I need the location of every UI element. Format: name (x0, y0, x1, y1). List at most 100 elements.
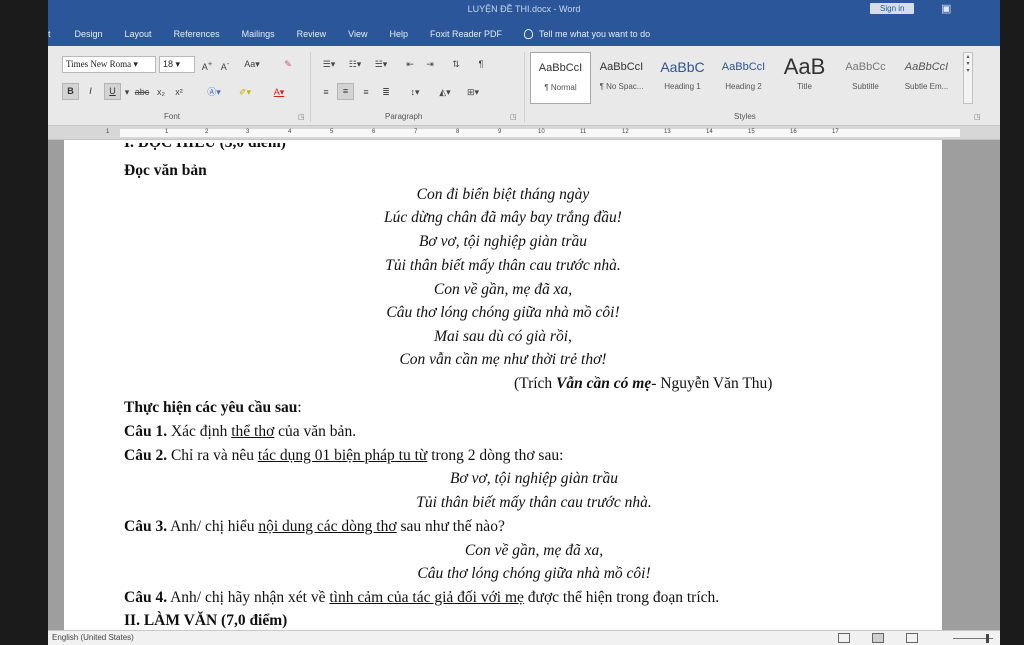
shrink-font-icon[interactable]: A- (218, 56, 232, 72)
font-size-combo[interactable]: 18 ▾ (159, 56, 195, 73)
multilevel-list-icon[interactable]: ☱▾ (370, 56, 392, 72)
underline-button[interactable]: U (104, 83, 121, 100)
ruler-tick: 10 (538, 129, 545, 135)
style-subtitle[interactable]: AaBbCc Subtitle (835, 52, 896, 104)
font-color-icon[interactable]: A▾ (268, 84, 290, 100)
paragraph-dialog-launcher-icon[interactable]: ◳ (510, 113, 517, 121)
font-group-label: Font (164, 112, 181, 121)
tab-design[interactable]: Design (75, 29, 103, 39)
sign-in-button[interactable]: Sign in (870, 3, 915, 14)
underline-dropdown-icon[interactable]: ▾ (122, 84, 132, 100)
font-dialog-launcher-icon[interactable]: ◳ (298, 113, 305, 121)
ribbon-display-icon[interactable]: ▣ (941, 2, 951, 15)
print-layout-icon[interactable] (872, 633, 884, 643)
align-right-icon[interactable]: ≡ (358, 84, 374, 100)
tab-foxit[interactable]: Foxit Reader PDF (430, 29, 502, 39)
read-mode-icon[interactable] (838, 633, 850, 643)
ruler-tick: 1 (165, 129, 169, 135)
tab-review[interactable]: Review (297, 29, 327, 39)
ruler-tick: 6 (372, 129, 376, 135)
right-edge (1000, 0, 1024, 645)
styles-gallery: AaBbCcI ¶ Normal AaBbCcI ¶ No Spac... Aa… (530, 52, 962, 104)
horizontal-ruler[interactable]: 1 1 2 3 4 5 6 7 8 9 10 11 12 13 14 15 16… (48, 126, 1000, 140)
style-subtle-emphasis[interactable]: AaBbCcI Subtle Em... (896, 52, 957, 104)
align-center-button[interactable]: ≡ (337, 83, 354, 100)
tab-mailings[interactable]: Mailings (242, 29, 275, 39)
tell-me-box[interactable]: Tell me what you want to do (524, 29, 650, 39)
poem-line: Con đi biển biệt tháng ngày (416, 186, 590, 203)
justify-icon[interactable]: ≣ (378, 84, 394, 100)
ruler-tick: 8 (456, 129, 460, 135)
style-normal[interactable]: AaBbCcI ¶ Normal (530, 52, 591, 104)
question-2-quote: Bơ vơ, tội nghiệp giàn trầu (449, 470, 619, 487)
group-separator (524, 52, 525, 122)
shading-icon[interactable]: ◭▾ (434, 84, 456, 100)
clear-formatting-icon[interactable]: ✎ (280, 56, 296, 72)
italic-button[interactable]: I (82, 83, 99, 100)
word-window: LUYỆN ĐỀ THI.docx - Word Sign in ▣ t Des… (0, 0, 1024, 645)
borders-icon[interactable]: ⊞▾ (462, 84, 484, 100)
decrease-indent-icon[interactable]: ⇤ (402, 56, 418, 72)
ruler-tick: 13 (664, 129, 671, 135)
ribbon-home: Times New Roma ▾ 18 ▾ A+ A- Aa▾ ✎ B I U … (48, 46, 1000, 126)
change-case-icon[interactable]: Aa▾ (242, 56, 262, 72)
ruler-tick: 9 (498, 129, 502, 135)
left-edge (0, 0, 48, 645)
poem-line: Câu thơ lóng chóng giữa nhà mồ côi! (386, 304, 620, 321)
section-1-heading: I. ĐỌC HIỂU (3,0 điểm) (124, 140, 286, 151)
subscript-icon[interactable]: x₂ (154, 84, 168, 100)
ruler-tick: 3 (246, 129, 250, 135)
question-2-quote: Tủi thân biết mấy thân cau trước nhà. (416, 494, 652, 511)
tab-insert[interactable]: t (48, 29, 51, 39)
tab-view[interactable]: View (348, 29, 367, 39)
document-area: I. ĐỌC HIỂU (3,0 điểm) Đọc văn bản Con đ… (48, 140, 1000, 630)
align-left-icon[interactable]: ≡ (318, 84, 334, 100)
paragraph-group-label: Paragraph (385, 112, 423, 121)
show-formatting-icon[interactable]: ¶ (474, 56, 488, 72)
title-bar: LUYỆN ĐỀ THI.docx - Word Sign in ▣ (48, 0, 1000, 22)
font-name-combo[interactable]: Times New Roma ▾ (62, 56, 156, 73)
style-heading-2[interactable]: AaBbCcI Heading 2 (713, 52, 774, 104)
increase-indent-icon[interactable]: ⇥ (422, 56, 438, 72)
read-text-label: Đọc văn bản (124, 162, 207, 179)
document-page[interactable]: I. ĐỌC HIỂU (3,0 điểm) Đọc văn bản Con đ… (64, 140, 942, 630)
numbering-icon[interactable]: ☷▾ (344, 56, 366, 72)
styles-dialog-launcher-icon[interactable]: ◳ (974, 113, 981, 121)
tell-me-text: Tell me what you want to do (539, 29, 651, 39)
bold-button[interactable]: B (62, 83, 79, 100)
tab-references[interactable]: References (174, 29, 220, 39)
styles-group-label: Styles (734, 112, 756, 121)
tab-help[interactable]: Help (389, 29, 408, 39)
ruler-tick: 11 (580, 129, 587, 135)
status-bar: English (United States) (48, 630, 1000, 645)
style-title[interactable]: AaB Title (774, 52, 835, 104)
ruler-tick: 2 (205, 129, 209, 135)
web-layout-icon[interactable] (906, 633, 918, 643)
ruler-tick: 16 (790, 129, 797, 135)
zoom-slider-handle[interactable] (986, 634, 989, 643)
ruler-tick: 7 (414, 129, 418, 135)
tab-layout[interactable]: Layout (125, 29, 152, 39)
language-indicator[interactable]: English (United States) (52, 633, 134, 642)
question-3-quote: Con về gần, mẹ đã xa, (464, 542, 604, 559)
superscript-icon[interactable]: x² (172, 84, 186, 100)
lightbulb-icon (524, 29, 534, 39)
ruler-tick: 1 (106, 129, 110, 135)
highlight-color-icon[interactable]: ✐▾ (234, 84, 256, 100)
sort-icon[interactable]: ⇅ (448, 56, 464, 72)
poem-line: Con về gần, mẹ đã xa, (433, 281, 573, 298)
style-heading-1[interactable]: AaBbC Heading 1 (652, 52, 713, 104)
ribbon-tabs: t Design Layout References Mailings Revi… (48, 22, 1000, 46)
text-effects-icon[interactable]: Ⓐ▾ (204, 84, 224, 100)
window-title: LUYỆN ĐỀ THI.docx - Word (467, 4, 581, 14)
styles-scroll-icon[interactable]: ▴ ▾ ▾ (963, 52, 973, 104)
question-4: Câu 4. Anh/ chị hãy nhận xét về tình cảm… (124, 589, 720, 606)
bullets-icon[interactable]: ☰▾ (318, 56, 340, 72)
style-no-spacing[interactable]: AaBbCcI ¶ No Spac... (591, 52, 652, 104)
ruler-tick: 17 (832, 129, 839, 135)
grow-font-icon[interactable]: A+ (200, 56, 214, 72)
ruler-tick: 5 (330, 129, 334, 135)
ruler-tick: 15 (748, 129, 755, 135)
line-spacing-icon[interactable]: ↕▾ (404, 84, 426, 100)
strikethrough-icon[interactable]: abc (134, 84, 150, 100)
